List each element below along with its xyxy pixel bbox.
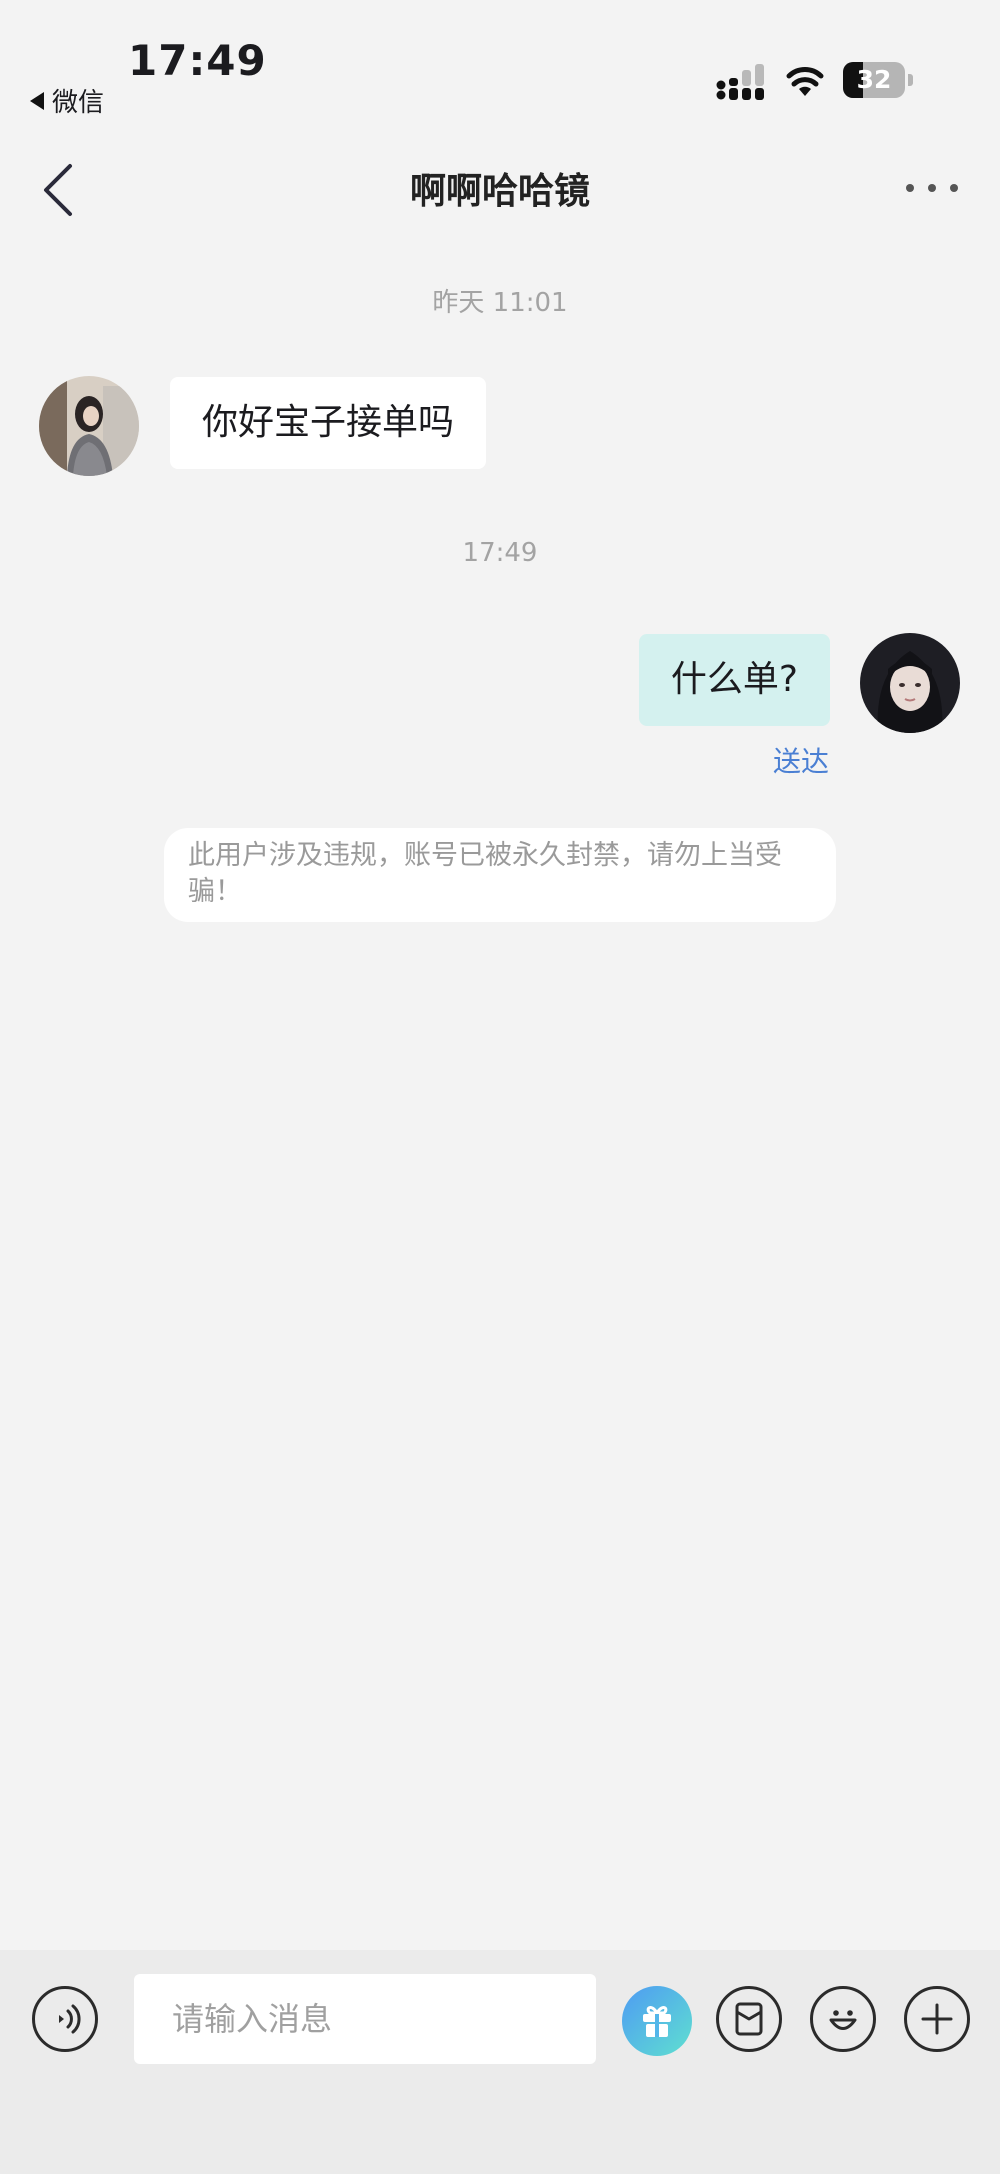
incoming-message-bubble[interactable]: 你好宝子接单吗 — [170, 377, 487, 469]
system-notice: 此用户涉及违规，账号已被永久封禁，请勿上当受骗！ — [164, 828, 836, 922]
contact-avatar[interactable] — [39, 376, 139, 476]
more-options-icon[interactable] — [902, 176, 962, 200]
status-time: 17:49 — [128, 36, 267, 85]
voice-icon — [59, 2004, 81, 2034]
more-actions-button[interactable] — [904, 1986, 970, 2052]
chat-title: 啊啊哈哈镜 — [409, 171, 590, 212]
message-timestamp: 昨天 11:01 — [432, 288, 568, 318]
voice-input-button[interactable] — [32, 1986, 98, 2052]
back-to-app-link[interactable]: 微信 — [30, 82, 104, 119]
back-app-label: 微信 — [52, 88, 105, 118]
gift-button[interactable] — [622, 1986, 692, 2056]
message-input[interactable] — [134, 1974, 596, 2064]
battery-indicator: 32 — [843, 62, 913, 98]
contact-avatar-photo — [39, 376, 139, 476]
red-packet-button[interactable] — [716, 1986, 782, 2052]
message-timestamp: 17:49 — [462, 538, 538, 568]
outgoing-message-bubble[interactable]: 什么单? — [638, 634, 830, 726]
delivery-status: 送达 — [772, 745, 829, 778]
user-avatar-photo — [860, 633, 960, 733]
emoji-button[interactable] — [810, 1986, 876, 2052]
wifi-icon — [786, 67, 824, 96]
cellular-signal-icon — [716, 64, 764, 100]
battery-level: 32 — [856, 65, 892, 94]
user-avatar[interactable] — [860, 633, 960, 733]
plus-icon — [921, 2003, 953, 2035]
gift-icon — [643, 2006, 671, 2037]
back-triangle-icon — [30, 91, 44, 110]
red-packet-icon — [735, 2002, 763, 2036]
emoji-icon — [829, 2010, 857, 2030]
